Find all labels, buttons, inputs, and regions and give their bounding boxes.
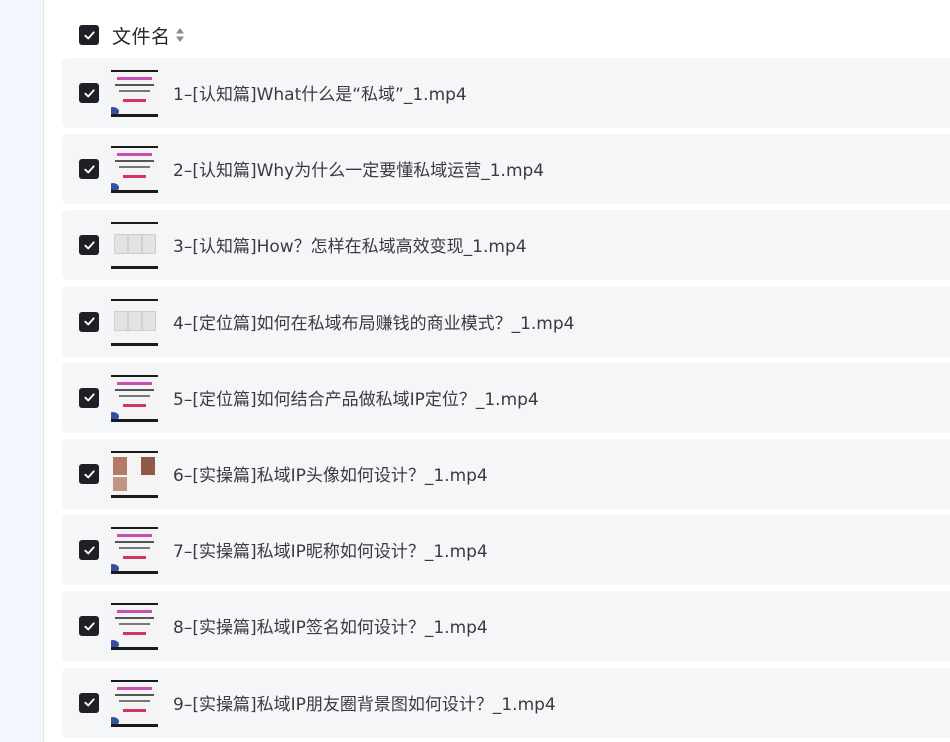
select-all-checkbox[interactable] bbox=[79, 25, 99, 45]
video-thumbnail[interactable] bbox=[111, 70, 158, 117]
file-name[interactable]: 1–[认知篇]What什么是“私域”_1.mp4 bbox=[173, 80, 467, 105]
file-row[interactable]: 8–[实操篇]私域IP签名如何设计？_1.mp4 bbox=[62, 591, 950, 662]
file-row[interactable]: 5–[定位篇]如何结合产品做私域IP定位？_1.mp4 bbox=[62, 362, 950, 433]
check-icon bbox=[83, 546, 95, 555]
video-thumbnail[interactable] bbox=[111, 374, 158, 422]
file-name[interactable]: 5–[定位篇]如何结合产品做私域IP定位？_1.mp4 bbox=[173, 385, 539, 410]
row-checkbox[interactable] bbox=[79, 540, 99, 561]
check-icon bbox=[83, 393, 95, 402]
file-name[interactable]: 4–[定位篇]如何在私域布局赚钱的商业模式？_1.mp4 bbox=[173, 309, 574, 334]
video-thumbnail[interactable] bbox=[111, 298, 158, 346]
file-row[interactable]: 1–[认知篇]What什么是“私域”_1.mp4 bbox=[62, 58, 950, 128]
file-name[interactable]: 6–[实操篇]私域IP头像如何设计？_1.mp4 bbox=[173, 461, 488, 486]
file-name[interactable]: 2–[认知篇]Why为什么一定要懂私域运营_1.mp4 bbox=[173, 156, 544, 181]
row-checkbox[interactable] bbox=[79, 616, 99, 637]
file-list-panel: 文件名 1–[认知篇]What什么是“私域”_1.mp4 2–[认知篇]Why为什… bbox=[44, 0, 950, 742]
list-header: 文件名 bbox=[44, 10, 950, 60]
check-icon bbox=[83, 88, 95, 97]
video-thumbnail[interactable] bbox=[111, 603, 158, 651]
file-name[interactable]: 7–[实操篇]私域IP昵称如何设计？_1.mp4 bbox=[173, 537, 488, 562]
row-checkbox[interactable] bbox=[79, 311, 99, 332]
video-thumbnail[interactable] bbox=[111, 527, 158, 575]
file-row[interactable]: 9–[实操篇]私域IP朋友圈背景图如何设计？_1.mp4 bbox=[62, 667, 950, 738]
sort-icon[interactable] bbox=[175, 26, 185, 44]
check-icon bbox=[83, 165, 95, 174]
video-thumbnail[interactable] bbox=[111, 679, 158, 727]
file-name[interactable]: 8–[实操篇]私域IP签名如何设计？_1.mp4 bbox=[173, 613, 488, 638]
column-header-filename[interactable]: 文件名 bbox=[112, 22, 171, 49]
file-name[interactable]: 9–[实操篇]私域IP朋友圈背景图如何设计？_1.mp4 bbox=[173, 690, 556, 715]
sidebar bbox=[0, 0, 44, 742]
check-icon bbox=[83, 469, 95, 478]
row-checkbox[interactable] bbox=[79, 692, 99, 713]
row-checkbox[interactable] bbox=[79, 83, 99, 103]
file-name[interactable]: 3–[认知篇]How？怎样在私域高效变现_1.mp4 bbox=[173, 232, 527, 257]
check-icon bbox=[83, 698, 95, 707]
row-checkbox[interactable] bbox=[79, 235, 99, 256]
check-icon bbox=[83, 241, 95, 250]
file-row[interactable]: 7–[实操篇]私域IP昵称如何设计？_1.mp4 bbox=[62, 515, 950, 586]
check-icon bbox=[83, 317, 95, 326]
row-checkbox[interactable] bbox=[79, 464, 99, 484]
file-row[interactable]: 3–[认知篇]How？怎样在私域高效变现_1.mp4 bbox=[62, 210, 950, 281]
video-thumbnail[interactable] bbox=[111, 451, 158, 498]
file-row[interactable]: 6–[实操篇]私域IP头像如何设计？_1.mp4 bbox=[62, 439, 950, 509]
check-icon bbox=[83, 30, 95, 39]
file-row[interactable]: 2–[认知篇]Why为什么一定要懂私域运营_1.mp4 bbox=[62, 134, 950, 205]
video-thumbnail[interactable] bbox=[111, 146, 158, 194]
row-checkbox[interactable] bbox=[79, 159, 99, 180]
check-icon bbox=[83, 622, 95, 631]
video-thumbnail[interactable] bbox=[111, 222, 158, 270]
row-checkbox[interactable] bbox=[79, 387, 99, 408]
file-row[interactable]: 4–[定位篇]如何在私域布局赚钱的商业模式？_1.mp4 bbox=[62, 286, 950, 357]
